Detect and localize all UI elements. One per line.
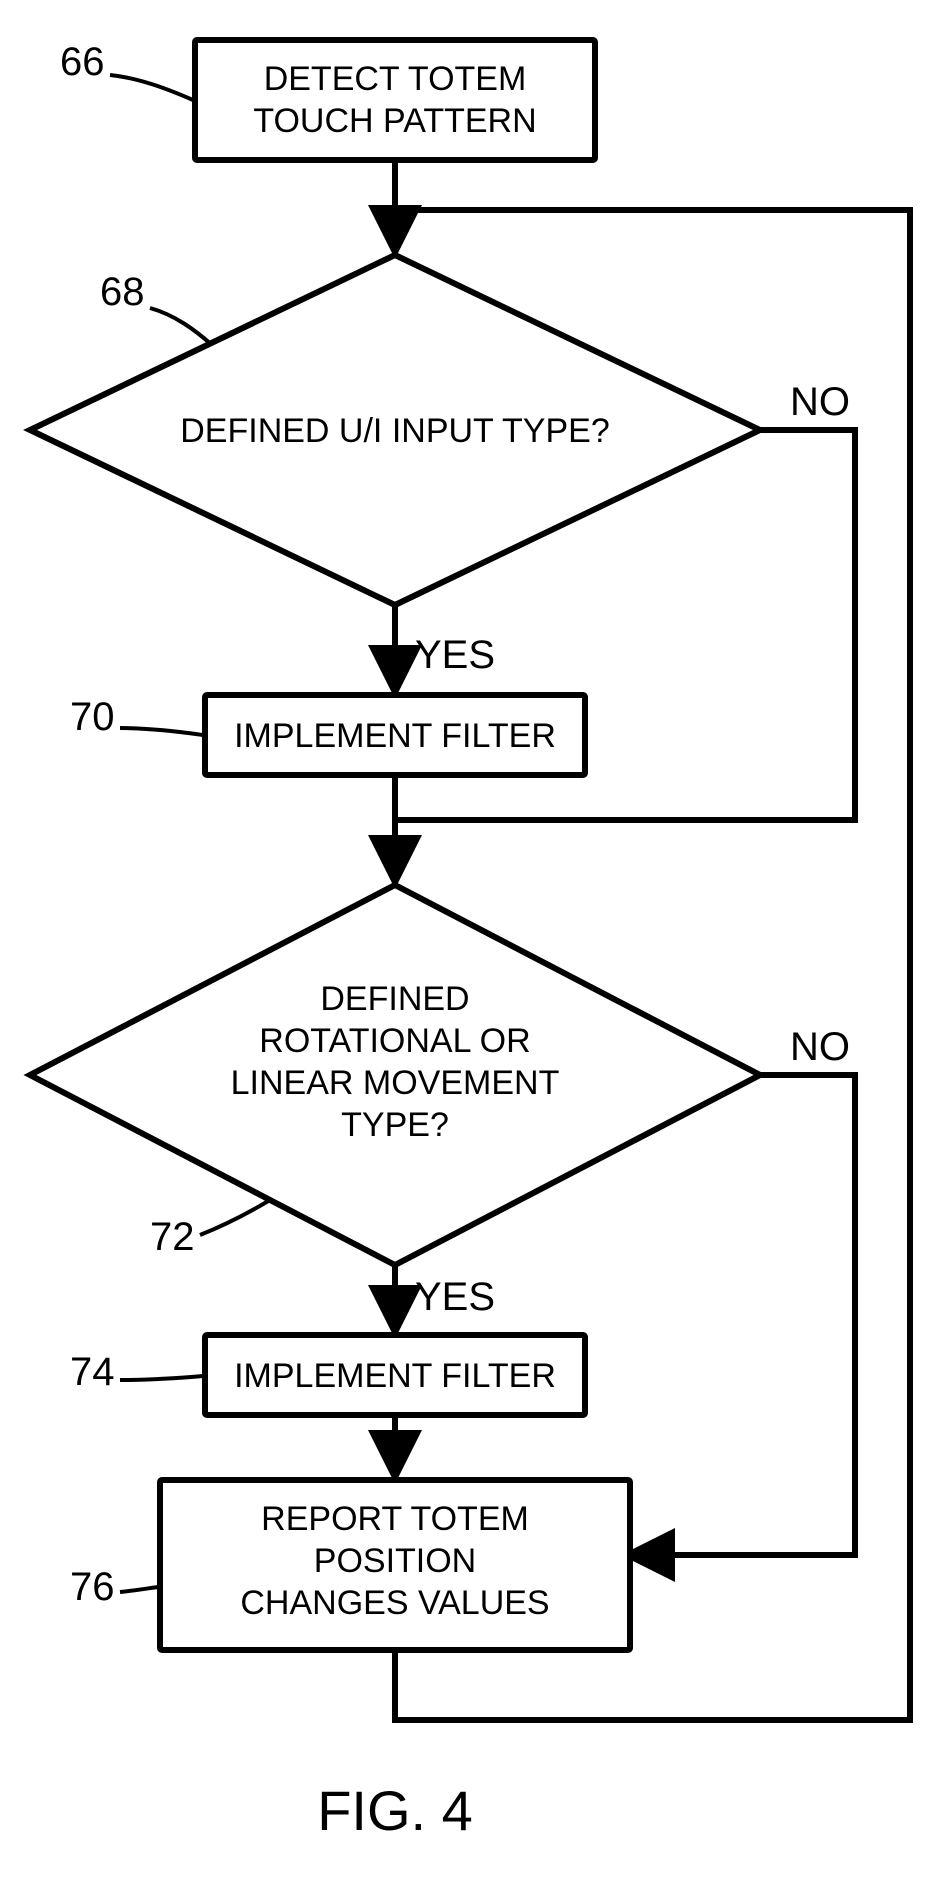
node-76-line3: CHANGES VALUES — [240, 1584, 549, 1622]
edge-72-no-label: NO — [790, 1025, 850, 1069]
edge-68-yes-label: YES — [415, 633, 495, 677]
ref-74-leader — [120, 1376, 203, 1380]
edge-72-yes-label: YES — [415, 1275, 495, 1319]
node-72-line4: TYPE? — [341, 1106, 449, 1144]
ref-66: 66 — [60, 40, 105, 84]
node-70-text: IMPLEMENT FILTER — [234, 717, 556, 755]
node-72-line2: ROTATIONAL OR — [259, 1022, 530, 1060]
edge-68-no-label: NO — [790, 380, 850, 424]
node-72: DEFINED ROTATIONAL OR LINEAR MOVEMENT TY… — [30, 885, 760, 1265]
ref-70-leader — [120, 728, 203, 735]
node-76: REPORT TOTEM POSITION CHANGES VALUES — [160, 1480, 630, 1650]
ref-74: 74 — [70, 1350, 115, 1394]
node-68-text: DEFINED U/I INPUT TYPE? — [180, 412, 610, 450]
ref-66-leader — [110, 75, 193, 100]
ref-70: 70 — [70, 695, 115, 739]
ref-72-leader — [200, 1200, 270, 1235]
node-72-line3: LINEAR MOVEMENT — [231, 1064, 560, 1102]
node-66-line1: DETECT TOTEM — [264, 60, 527, 98]
node-66: DETECT TOTEM TOUCH PATTERN — [195, 40, 595, 160]
node-66-line2: TOUCH PATTERN — [253, 102, 536, 140]
edge-72-no — [630, 1075, 855, 1555]
ref-76-leader — [120, 1587, 158, 1592]
node-74-text: IMPLEMENT FILTER — [234, 1357, 556, 1395]
node-72-line1: DEFINED — [320, 980, 469, 1018]
ref-76: 76 — [70, 1565, 115, 1609]
ref-72: 72 — [150, 1215, 195, 1259]
node-76-line1: REPORT TOTEM — [261, 1500, 529, 1538]
ref-68-leader — [150, 308, 212, 345]
node-76-line2: POSITION — [314, 1542, 476, 1580]
node-74: IMPLEMENT FILTER — [205, 1335, 585, 1415]
figure-caption: FIG. 4 — [317, 1779, 473, 1842]
node-70: IMPLEMENT FILTER — [205, 695, 585, 775]
ref-68: 68 — [100, 270, 145, 314]
